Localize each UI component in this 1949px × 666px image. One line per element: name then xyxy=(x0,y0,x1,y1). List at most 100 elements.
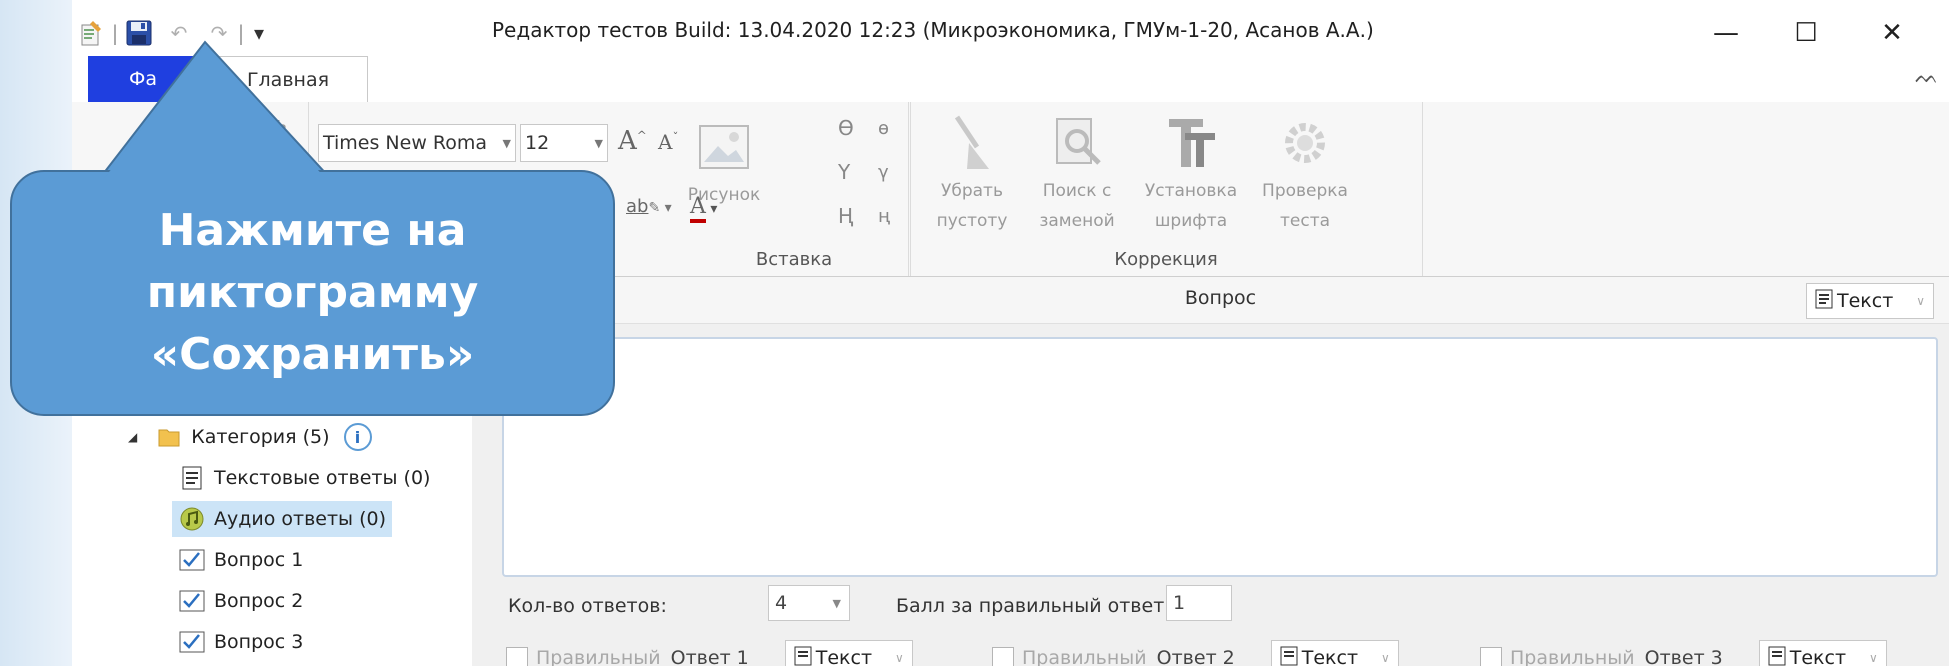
tree-item-label: Вопрос 2 xyxy=(214,590,304,612)
font-family-select[interactable]: Times New Roma ▼ xyxy=(318,124,516,162)
answer-1-header: Правильный Ответ 1 Текст ∨ xyxy=(506,640,913,666)
insert-char-button[interactable]: Y xyxy=(838,160,850,184)
answer-1-type-value: Текст xyxy=(815,647,873,666)
font-t-icon xyxy=(1161,110,1221,176)
tree-category-label: Категория (5) xyxy=(191,426,330,448)
tree-category[interactable]: ◢ Категория (5) i xyxy=(128,419,372,455)
tree-item-label: Вопрос 3 xyxy=(214,631,304,653)
chevron-down-icon: ▼ xyxy=(502,136,511,150)
edit-test-icon[interactable] xyxy=(76,16,108,50)
find-replace-label-2: заменой xyxy=(1039,211,1115,231)
maximize-button[interactable]: ☐ xyxy=(1776,12,1836,54)
insert-char-button[interactable]: Ө xyxy=(838,116,854,140)
insert-picture-button[interactable]: Рисунок xyxy=(684,114,764,210)
font-size-select[interactable]: 12 ▼ xyxy=(520,124,608,162)
shrink-font-button[interactable]: Aˇ xyxy=(658,130,678,154)
minimize-button[interactable]: — xyxy=(1696,12,1756,54)
clear-empty-button[interactable]: Убрать пустоту xyxy=(922,110,1022,236)
answer-2-type-value: Текст xyxy=(1301,647,1359,666)
score-label: Балл за правильный ответ: xyxy=(896,595,1171,617)
answer-3-header: Правильный Ответ 3 Текст ∨ xyxy=(1480,640,1887,666)
insert-group: Рисунок Ө ө Y γ Ң ң Вставка xyxy=(678,102,911,276)
score-input[interactable]: 1 xyxy=(1166,585,1232,621)
answers-count-value: 4 xyxy=(775,592,788,614)
redo-icon[interactable]: ↷ xyxy=(202,16,236,50)
chevron-down-icon: ∨ xyxy=(1916,294,1925,308)
gear-icon xyxy=(1275,110,1335,176)
find-replace-label-1: Поиск с xyxy=(1042,181,1112,201)
insert-char-button[interactable]: Ң xyxy=(838,204,853,228)
check-test-button[interactable]: Проверка теста xyxy=(1250,110,1360,236)
expand-arrow-icon[interactable]: ◢ xyxy=(128,430,137,444)
check-test-label-2: теста xyxy=(1279,211,1331,231)
cut-button[interactable]: Вырезать xyxy=(196,114,287,135)
tree-item[interactable]: Аудио ответы (0) xyxy=(172,501,392,537)
answer-1-name: Ответ 1 xyxy=(670,647,749,666)
grow-font-button[interactable]: A^ xyxy=(618,126,647,156)
chevron-down-icon: ∨ xyxy=(1380,651,1390,665)
answer-1-correct-checkbox[interactable] xyxy=(506,647,528,666)
tree-item[interactable]: Вопрос 2 xyxy=(178,583,303,619)
set-font-button[interactable]: Установка шрифта xyxy=(1132,110,1250,236)
ribbon-tabs: Фа Главная ᨓ xyxy=(72,56,1949,103)
find-replace-button[interactable]: Поиск с заменой xyxy=(1024,110,1130,236)
insert-char-button[interactable]: ө xyxy=(878,118,889,139)
question-text-editor[interactable] xyxy=(502,337,1938,577)
insert-picture-label: Рисунок xyxy=(687,185,761,205)
tab-file[interactable]: Фа xyxy=(88,56,198,102)
folder-icon xyxy=(155,424,183,450)
close-button[interactable]: ✕ xyxy=(1862,12,1922,54)
clear-empty-label-1: Убрать xyxy=(941,181,1003,201)
answer-2-type-select[interactable]: Текст ∨ xyxy=(1270,640,1399,666)
question-type-value: Текст xyxy=(1837,290,1894,312)
correction-group: Убрать пустоту Поиск с заменой Установка… xyxy=(910,102,1423,276)
undo-icon[interactable]: ↶ xyxy=(162,16,196,50)
insert-group-label: Вставка xyxy=(755,249,833,270)
picture-icon xyxy=(694,114,754,180)
grow-font-icon: A xyxy=(618,126,637,156)
answer-3-type-value: Текст xyxy=(1789,647,1847,666)
question-header: Вопрос Текст ∨ xyxy=(492,277,1949,324)
answer-3-correct-checkbox[interactable] xyxy=(1480,647,1502,666)
text-document-icon xyxy=(1280,646,1298,666)
tree-item-label: Текстовые ответы (0) xyxy=(214,467,431,489)
audio-icon xyxy=(178,506,206,532)
text-document-icon xyxy=(178,465,206,491)
tree-item[interactable]: Вопрос 3 xyxy=(178,624,303,660)
correction-group-label: Коррекция xyxy=(1114,249,1218,270)
info-icon[interactable]: i xyxy=(343,423,372,451)
chevron-down-icon: ▼ xyxy=(832,596,841,610)
insert-char-button[interactable]: γ xyxy=(878,162,889,183)
tree-item[interactable]: Текстовые ответы (0) xyxy=(178,460,430,496)
answer-3-type-select[interactable]: Текст ∨ xyxy=(1758,640,1887,666)
chevron-down-icon: ∨ xyxy=(1868,651,1878,665)
question-type-select[interactable]: Текст ∨ xyxy=(1806,283,1934,319)
text-document-icon xyxy=(794,646,812,666)
answer-3-correct-label: Правильный xyxy=(1510,647,1635,666)
answer-2-correct-checkbox[interactable] xyxy=(992,647,1014,666)
set-font-label-1: Установка xyxy=(1144,181,1238,201)
highlight-button[interactable]: ab✎ ▾ xyxy=(626,196,672,217)
question-title: Вопрос xyxy=(1184,287,1257,309)
tab-home[interactable]: Главная xyxy=(208,56,368,102)
qa-separator: | xyxy=(237,21,245,45)
insert-char-button[interactable]: ң xyxy=(878,206,890,227)
answers-count-select[interactable]: 4 ▼ xyxy=(768,585,850,621)
collapse-ribbon-icon[interactable]: ᨓ xyxy=(1915,64,1939,88)
checklist-icon xyxy=(178,629,206,655)
question-pane: Вопрос Текст ∨ Кол-во ответов: 4 ▼ Балл … xyxy=(492,277,1949,666)
answer-2-name: Ответ 2 xyxy=(1156,647,1235,666)
customize-quick-access-icon[interactable]: ▾ xyxy=(248,16,270,50)
font-size-value: 12 xyxy=(525,132,550,154)
answer-1-type-select[interactable]: Текст ∨ xyxy=(784,640,913,666)
save-icon[interactable] xyxy=(122,16,156,50)
qa-separator: | xyxy=(111,21,119,45)
tree-item-label: Вопрос 1 xyxy=(214,549,304,571)
shrink-font-icon: A xyxy=(658,130,673,154)
tree-item[interactable]: Вопрос 1 xyxy=(178,542,303,578)
instruction-callout-text: Нажмите на пиктограмму «Сохранить» xyxy=(10,170,615,416)
callout-line: Нажмите на xyxy=(158,205,467,256)
broom-icon xyxy=(942,110,1002,176)
window-title: Редактор тестов Build: 13.04.2020 12:23 … xyxy=(492,18,1374,42)
check-test-label-1: Проверка xyxy=(1262,181,1348,201)
